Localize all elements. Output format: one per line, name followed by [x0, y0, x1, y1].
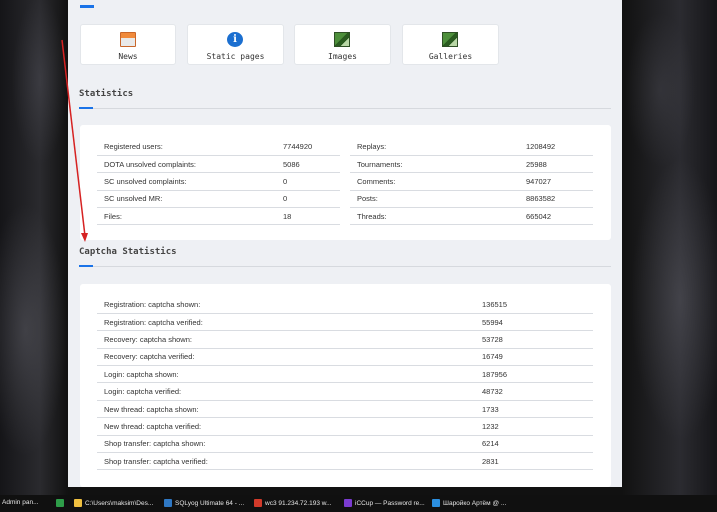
taskbar-item[interactable]: Шаройко Артём @ ... — [432, 499, 506, 507]
app-icon — [164, 499, 172, 507]
annotation-arrow — [61, 39, 88, 242]
taskbar-item[interactable]: Admin pan... — [2, 499, 39, 506]
taskbar-item[interactable] — [56, 499, 67, 507]
taskbar-item[interactable]: C:\Users\maksim\Des... — [74, 499, 153, 507]
taskbar: Admin pan... C:\Users\maksim\Des... SQLyog… — [0, 495, 717, 512]
taskbar-item[interactable]: wc3 91.234.72.193 w... — [254, 499, 332, 507]
taskbar-item[interactable]: SQLyog Ultimate 64 - ... — [164, 499, 244, 507]
taskbar-label: Admin pan... — [2, 499, 39, 506]
app-icon — [254, 499, 262, 507]
taskbar-label: C:\Users\maksim\Des... — [85, 499, 154, 507]
taskbar-label: wc3 91.234.72.193 w... — [265, 499, 332, 507]
taskbar-item[interactable]: iCCup — Password re... — [344, 499, 425, 507]
taskbar-label: Шаройко Артём @ ... — [443, 499, 507, 507]
app-icon — [344, 499, 352, 507]
app-icon — [74, 499, 82, 507]
app-icon — [432, 499, 440, 507]
app-icon — [56, 499, 64, 507]
taskbar-label: iCCup — Password re... — [355, 499, 425, 507]
taskbar-label: SQLyog Ultimate 64 - ... — [175, 499, 245, 507]
